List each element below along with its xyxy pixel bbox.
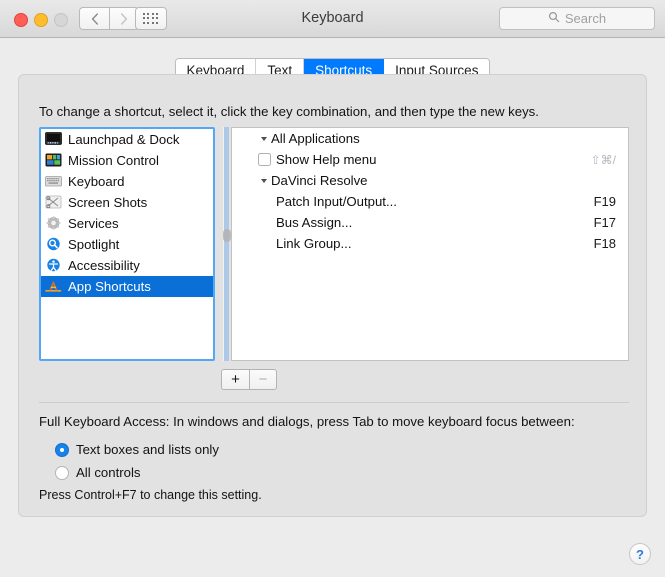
sidebar-item-label: Screen Shots (68, 195, 148, 210)
shortcut-group-label: All Applications (271, 131, 360, 146)
shortcut-key[interactable]: F19 (594, 194, 616, 209)
keyboard-preferences-window: Keyboard Search Keyboard Text Shortcuts … (0, 0, 665, 577)
shortcut-row-bus-assign[interactable]: Bus Assign... F17 (232, 212, 628, 233)
full-keyboard-access-label: Full Keyboard Access: In windows and dia… (39, 414, 575, 429)
sidebar-item-services[interactable]: Services (41, 213, 213, 234)
keyboard-icon (45, 174, 62, 189)
shortcut-label: Bus Assign... (276, 215, 353, 230)
help-question-icon: ? (636, 546, 644, 562)
scrollbar-track (224, 127, 229, 361)
show-all-button[interactable] (135, 7, 167, 30)
sidebar-item-label: Services (68, 216, 119, 231)
add-shortcut-button[interactable]: + (221, 369, 249, 390)
remove-shortcut-button: − (249, 369, 277, 390)
shortcut-label: Patch Input/Output... (276, 194, 397, 209)
help-button[interactable]: ? (629, 543, 651, 565)
app-shortcuts-icon (45, 279, 62, 294)
shortcut-label: Show Help menu (276, 152, 377, 167)
search-placeholder: Search (564, 11, 607, 26)
shortcut-checkbox[interactable] (258, 153, 271, 166)
sidebar-item-label: Keyboard (68, 174, 125, 189)
section-divider (39, 402, 629, 403)
radio-label: Text boxes and lists only (76, 442, 219, 457)
close-button[interactable] (14, 13, 28, 27)
search-input[interactable]: Search (499, 7, 655, 30)
shortcuts-panel: To change a shortcut, select it, click t… (18, 74, 647, 517)
shortcut-row-show-help-menu[interactable]: Show Help menu ⇧⌘/ (232, 149, 628, 170)
sidebar-item-spotlight[interactable]: Spotlight (41, 234, 213, 255)
accessibility-icon (45, 258, 62, 273)
sidebar-item-mission-control[interactable]: Mission Control (41, 150, 213, 171)
spotlight-icon (45, 237, 62, 252)
full-keyboard-access-hint: Press Control+F7 to change this setting. (39, 488, 262, 502)
shortcut-group-davinci-resolve[interactable]: DaVinci Resolve (232, 170, 628, 191)
chevron-right-icon (120, 12, 128, 25)
category-list-scrollbar[interactable] (222, 127, 231, 361)
radio-all-controls[interactable]: All controls (55, 465, 141, 480)
sidebar-item-label: Accessibility (68, 258, 140, 273)
navigation-buttons (79, 7, 139, 30)
chevron-down-icon[interactable] (261, 136, 267, 141)
sidebar-item-launchpad-dock[interactable]: Launchpad & Dock (41, 129, 213, 150)
radio-button-indicator[interactable] (55, 465, 69, 480)
title-bar: Keyboard Search (0, 0, 665, 38)
back-button[interactable] (79, 7, 109, 30)
chevron-down-icon[interactable] (261, 178, 267, 183)
category-list[interactable]: Launchpad & Dock Mission Control Keyboar… (39, 127, 215, 361)
minimize-button[interactable] (34, 13, 48, 27)
sidebar-item-app-shortcuts[interactable]: App Shortcuts (41, 276, 213, 297)
show-all-grid-icon (142, 12, 160, 25)
shortcut-key[interactable]: F18 (594, 236, 616, 251)
radio-button-indicator[interactable] (55, 442, 69, 457)
radio-label: All controls (76, 465, 141, 480)
shortcut-label: Link Group... (276, 236, 352, 251)
zoom-button (54, 13, 68, 27)
sidebar-item-label: Launchpad & Dock (68, 132, 180, 147)
chevron-left-icon (91, 12, 99, 25)
shortcut-row-patch-input-output[interactable]: Patch Input/Output... F19 (232, 191, 628, 212)
sidebar-item-label: App Shortcuts (68, 279, 151, 294)
shortcut-key[interactable]: F17 (594, 215, 616, 230)
search-icon (548, 10, 560, 28)
list-edit-buttons: + − (221, 369, 277, 390)
mission-control-icon (45, 153, 62, 168)
shortcut-row-link-group[interactable]: Link Group... F18 (232, 233, 628, 254)
services-gear-icon (45, 216, 62, 231)
shortcut-group-all-applications[interactable]: All Applications (232, 128, 628, 149)
shortcut-group-label: DaVinci Resolve (271, 173, 368, 188)
shortcut-key[interactable]: ⇧⌘/ (591, 153, 616, 167)
scrollbar-thumb[interactable] (223, 229, 231, 242)
sidebar-item-screen-shots[interactable]: Screen Shots (41, 192, 213, 213)
sidebar-item-keyboard[interactable]: Keyboard (41, 171, 213, 192)
sidebar-item-label: Mission Control (68, 153, 159, 168)
instructions-text: To change a shortcut, select it, click t… (39, 104, 539, 119)
launchpad-dock-icon (45, 132, 62, 147)
sidebar-item-label: Spotlight (68, 237, 120, 252)
screenshots-icon (45, 195, 62, 210)
shortcut-list[interactable]: All Applications Show Help menu ⇧⌘/ DaVi… (231, 127, 629, 361)
radio-text-boxes-and-lists-only[interactable]: Text boxes and lists only (55, 442, 219, 457)
sidebar-item-accessibility[interactable]: Accessibility (41, 255, 213, 276)
